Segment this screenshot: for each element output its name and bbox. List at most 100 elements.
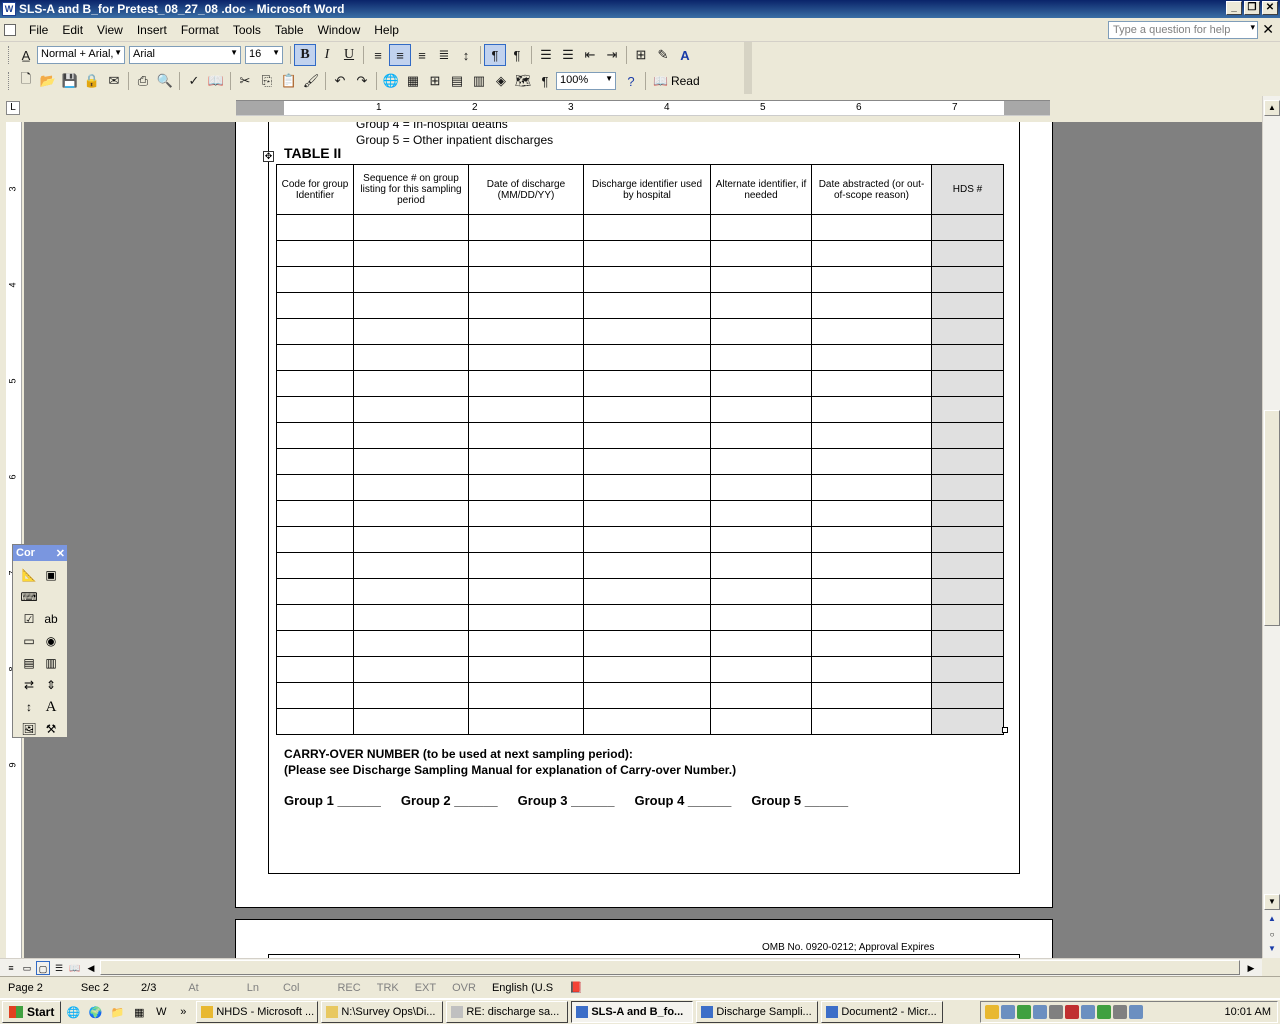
table-cell[interactable] (931, 708, 1004, 735)
vertical-scrollbar[interactable]: ▲ ▼ ▲ ○ ▼ (1262, 96, 1280, 958)
table-cell[interactable] (811, 552, 932, 579)
align-left-icon[interactable]: ≡ (367, 44, 389, 66)
table-cell[interactable] (710, 240, 812, 267)
table-cell[interactable] (811, 214, 932, 241)
table-cell[interactable] (931, 396, 1004, 423)
table-row[interactable] (276, 708, 1004, 735)
table-row[interactable] (276, 370, 1004, 397)
menu-insert[interactable]: Insert (130, 23, 174, 37)
read-button[interactable]: 📖 Read (649, 74, 704, 88)
menu-file[interactable]: File (22, 23, 55, 37)
document-area[interactable]: Group 4 = In-hospital deaths Group 5 = O… (24, 122, 1262, 958)
menu-table[interactable]: Table (268, 23, 311, 37)
table-cell[interactable] (353, 604, 469, 631)
align-right-icon[interactable]: ≡ (411, 44, 433, 66)
table-cell[interactable] (353, 552, 469, 579)
table-cell[interactable] (583, 240, 711, 267)
clock[interactable]: 10:01 AM (1225, 1006, 1271, 1018)
table-cell[interactable] (710, 448, 812, 475)
table-cell[interactable] (811, 708, 932, 735)
table-cell[interactable] (811, 578, 932, 605)
table-cell[interactable] (931, 526, 1004, 553)
zoom-dropdown[interactable]: 100% ▼ (556, 72, 616, 90)
underline-button[interactable]: U (338, 44, 360, 66)
columns-icon[interactable]: ▥ (468, 70, 490, 92)
toolbar-options-icon[interactable] (744, 42, 752, 68)
table-resize-handle[interactable] (1002, 727, 1008, 733)
table-cell[interactable] (583, 318, 711, 345)
table-cell[interactable] (353, 578, 469, 605)
table-cell[interactable] (353, 292, 469, 319)
discharge-table[interactable]: Code for group Identifier Sequence # on … (276, 164, 1004, 735)
table-cell[interactable] (811, 630, 932, 657)
table-cell[interactable] (811, 682, 932, 709)
table-cell[interactable] (468, 604, 584, 631)
paste-icon[interactable]: 📋 (278, 70, 300, 92)
quicklaunch-word-icon[interactable]: W (151, 1002, 171, 1022)
table-cell[interactable] (468, 266, 584, 293)
table-cell[interactable] (811, 604, 932, 631)
group-3-field[interactable]: Group 3 ______ (518, 793, 615, 808)
spelling-status-icon[interactable]: 📕 (561, 981, 591, 994)
word-app-icon[interactable]: W (2, 2, 16, 16)
table-cell[interactable] (710, 292, 812, 319)
print-icon[interactable]: ⎙ (132, 70, 154, 92)
start-button[interactable]: Start (2, 1001, 62, 1023)
textbox-icon[interactable]: ab (40, 608, 62, 630)
table-cell[interactable] (811, 474, 932, 501)
font-dropdown[interactable]: Arial ▼ (129, 46, 241, 64)
cut-icon[interactable]: ✂ (234, 70, 256, 92)
italic-button[interactable]: I (316, 44, 338, 66)
decrease-indent-icon[interactable]: ⇤ (579, 44, 601, 66)
design-mode-icon[interactable]: 📐 (18, 564, 40, 586)
chevron-down-icon[interactable]: ▾ (1250, 22, 1255, 33)
ltr-icon[interactable]: ¶ (484, 44, 506, 66)
table-cell[interactable] (468, 318, 584, 345)
image-icon[interactable]: 🖼 (18, 718, 40, 740)
next-page-icon[interactable]: ▼ (1264, 942, 1280, 958)
task-document2[interactable]: Document2 - Micr... (821, 1001, 944, 1023)
table-cell[interactable] (468, 370, 584, 397)
table-cell[interactable] (710, 396, 812, 423)
bold-button[interactable]: B (294, 44, 316, 66)
menu-view[interactable]: View (90, 23, 130, 37)
table-row[interactable] (276, 682, 1004, 709)
table-cell[interactable] (931, 240, 1004, 267)
table-row[interactable] (276, 526, 1004, 553)
minimize-button[interactable]: _ (1226, 1, 1242, 15)
table-cell[interactable] (811, 396, 932, 423)
table-cell[interactable] (353, 422, 469, 449)
table-cell[interactable] (583, 370, 711, 397)
table-cell[interactable] (468, 448, 584, 475)
scroll-up-button[interactable]: ▲ (1264, 100, 1280, 116)
table-cell[interactable] (710, 318, 812, 345)
table-cell[interactable] (811, 266, 932, 293)
table-cell[interactable] (931, 474, 1004, 501)
table-cell[interactable] (468, 682, 584, 709)
table-cell[interactable] (931, 292, 1004, 319)
table-cell[interactable] (811, 500, 932, 527)
table-cell[interactable] (276, 266, 354, 293)
table-cell[interactable] (583, 656, 711, 683)
listbox-icon[interactable]: ▤ (18, 652, 40, 674)
table-cell[interactable] (353, 526, 469, 553)
table-cell[interactable] (931, 682, 1004, 709)
table-cell[interactable] (276, 682, 354, 709)
table-cell[interactable] (583, 422, 711, 449)
close-icon[interactable]: ✕ (56, 547, 65, 560)
group-4-field[interactable]: Group 4 ______ (634, 793, 731, 808)
help-search-input[interactable]: Type a question for help ▾ (1108, 21, 1258, 39)
network-icon[interactable] (1017, 1005, 1031, 1019)
undo-icon[interactable]: ↶ (329, 70, 351, 92)
research-icon[interactable]: 📖 (205, 70, 227, 92)
task-sls-doc[interactable]: SLS-A and B_fo... (571, 1001, 694, 1023)
scroll-left-button[interactable]: ◀ (84, 961, 98, 975)
bullets-icon[interactable]: ☰ (557, 44, 579, 66)
table-cell[interactable] (276, 292, 354, 319)
table-cell[interactable] (468, 214, 584, 241)
table-cell[interactable] (353, 708, 469, 735)
quicklaunch-more-icon[interactable]: » (173, 1002, 193, 1022)
scroll-down-button[interactable]: ▼ (1264, 894, 1280, 910)
table-cell[interactable] (468, 474, 584, 501)
table-cell[interactable] (276, 370, 354, 397)
